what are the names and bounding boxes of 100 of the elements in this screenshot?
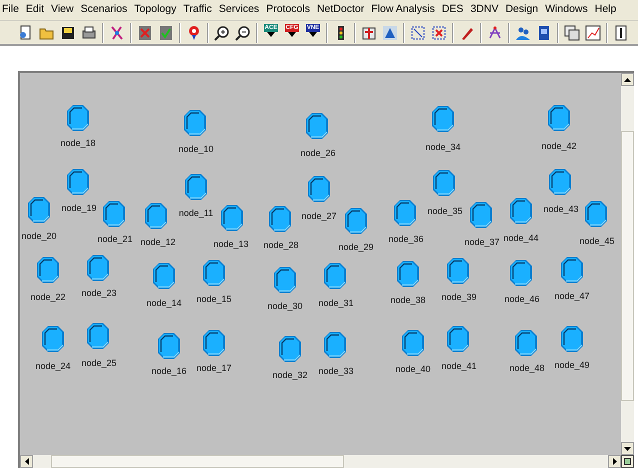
node-icon[interactable] — [560, 325, 584, 353]
node-label: node_34 — [425, 142, 461, 152]
node-icon[interactable] — [41, 325, 65, 353]
menu-item[interactable]: Protocols — [266, 2, 310, 18]
node-icon[interactable] — [323, 331, 347, 359]
node-icon[interactable] — [66, 168, 90, 196]
node-icon[interactable] — [220, 204, 244, 232]
node-icon[interactable] — [66, 104, 90, 132]
node-label: node_49 — [554, 360, 590, 370]
node-label: node_25 — [81, 358, 117, 368]
node-label: node_10 — [178, 144, 214, 154]
node-icon[interactable] — [344, 207, 368, 235]
node-icon[interactable] — [584, 200, 608, 228]
node-icon[interactable] — [560, 256, 584, 284]
node-label: node_45 — [579, 236, 615, 246]
node-label: node_21 — [97, 234, 133, 244]
node-label: node_15 — [196, 294, 232, 304]
chart-icon[interactable] — [583, 22, 603, 42]
node-icon[interactable] — [86, 254, 110, 282]
node-label: node_46 — [504, 294, 540, 304]
node-icon[interactable] — [152, 262, 176, 290]
menu-item[interactable]: NetDoctor — [316, 2, 364, 18]
node-icon[interactable] — [268, 205, 292, 233]
menu-item[interactable]: Scenarios — [80, 2, 128, 18]
node-icon[interactable] — [273, 266, 297, 294]
node-label: node_35 — [427, 206, 463, 216]
node-label: node_28 — [263, 240, 299, 250]
node-icon[interactable] — [36, 256, 60, 284]
menu-item[interactable]: DES — [442, 2, 464, 18]
node-icon[interactable] — [432, 169, 456, 197]
node-label: node_38 — [390, 295, 426, 305]
menu-item[interactable]: View — [51, 2, 74, 18]
scroll-left-icon[interactable] — [20, 455, 33, 468]
node-label: node_31 — [318, 298, 354, 308]
node-label: node_37 — [464, 237, 500, 247]
node-icon[interactable] — [446, 325, 470, 353]
node-icon[interactable] — [446, 257, 470, 285]
dropdown-arrow-icon — [309, 32, 317, 36]
node-label: node_41 — [441, 361, 477, 371]
window-icon — [624, 458, 631, 465]
node-label: node_18 — [60, 138, 96, 148]
node-label: node_19 — [61, 203, 97, 213]
node-icon[interactable] — [547, 104, 571, 132]
menu-item[interactable]: Windows — [545, 2, 588, 18]
node-icon[interactable] — [548, 168, 572, 196]
node-icon[interactable] — [278, 335, 302, 363]
dropdown-arrow-icon — [267, 32, 275, 36]
menu-item[interactable]: Design — [505, 2, 538, 18]
node-label: node_22 — [30, 292, 66, 302]
node-label: node_32 — [272, 370, 308, 380]
node-label: node_48 — [509, 363, 545, 373]
menu-item[interactable]: 3DNV — [470, 2, 498, 18]
scroll-right-icon[interactable] — [608, 455, 621, 468]
node-icon[interactable] — [307, 175, 331, 203]
node-icon[interactable] — [202, 259, 226, 287]
menu-item[interactable]: Topology — [134, 2, 176, 18]
node-label: node_29 — [338, 242, 374, 252]
node-icon[interactable] — [144, 202, 168, 230]
node-icon[interactable] — [184, 173, 208, 201]
node-icon[interactable] — [431, 105, 455, 133]
node-label: node_17 — [196, 363, 232, 373]
node-label: node_12 — [140, 237, 176, 247]
windows-icon[interactable] — [562, 22, 582, 42]
menu-item[interactable]: Edit — [26, 2, 44, 18]
node-icon[interactable] — [396, 260, 420, 288]
vertical-scrollbar[interactable] — [621, 73, 634, 455]
node-icon[interactable] — [27, 196, 51, 224]
node-label: node_14 — [146, 298, 182, 308]
node-label: node_30 — [267, 301, 303, 311]
node-icon[interactable] — [323, 262, 347, 290]
menu-item[interactable]: Flow Analysis — [371, 2, 435, 18]
menu-item[interactable]: Traffic — [183, 2, 212, 18]
node-icon[interactable] — [202, 329, 226, 357]
node-icon[interactable] — [86, 322, 110, 350]
menu-item[interactable]: Services — [218, 2, 260, 18]
menu-item[interactable]: File — [2, 2, 19, 18]
node-label: node_33 — [318, 366, 354, 376]
node-icon[interactable] — [157, 332, 181, 360]
scroll-up-icon[interactable] — [621, 73, 634, 86]
node-label: node_42 — [541, 141, 577, 151]
menu-item[interactable]: Help — [594, 2, 616, 18]
node-label: node_20 — [21, 231, 57, 241]
node-label: node_16 — [151, 366, 187, 376]
node-icon[interactable] — [102, 200, 126, 228]
node-icon[interactable] — [393, 199, 417, 227]
scrollbar-thumb[interactable] — [621, 131, 634, 401]
node-label: node_26 — [300, 148, 336, 158]
node-icon[interactable] — [401, 329, 425, 357]
node-icon[interactable] — [469, 201, 493, 229]
horizontal-scrollbar[interactable] — [20, 455, 621, 468]
node-label: node_40 — [395, 364, 431, 374]
node-icon[interactable] — [305, 112, 329, 140]
scrollbar-thumb[interactable] — [51, 455, 344, 468]
node-icon[interactable] — [509, 259, 533, 287]
scroll-down-icon[interactable] — [621, 442, 634, 455]
node-icon[interactable] — [509, 197, 533, 225]
node-icon[interactable] — [514, 329, 538, 357]
node-label: node_44 — [503, 233, 539, 243]
node-icon[interactable] — [183, 109, 207, 137]
corner-button[interactable] — [621, 455, 634, 468]
